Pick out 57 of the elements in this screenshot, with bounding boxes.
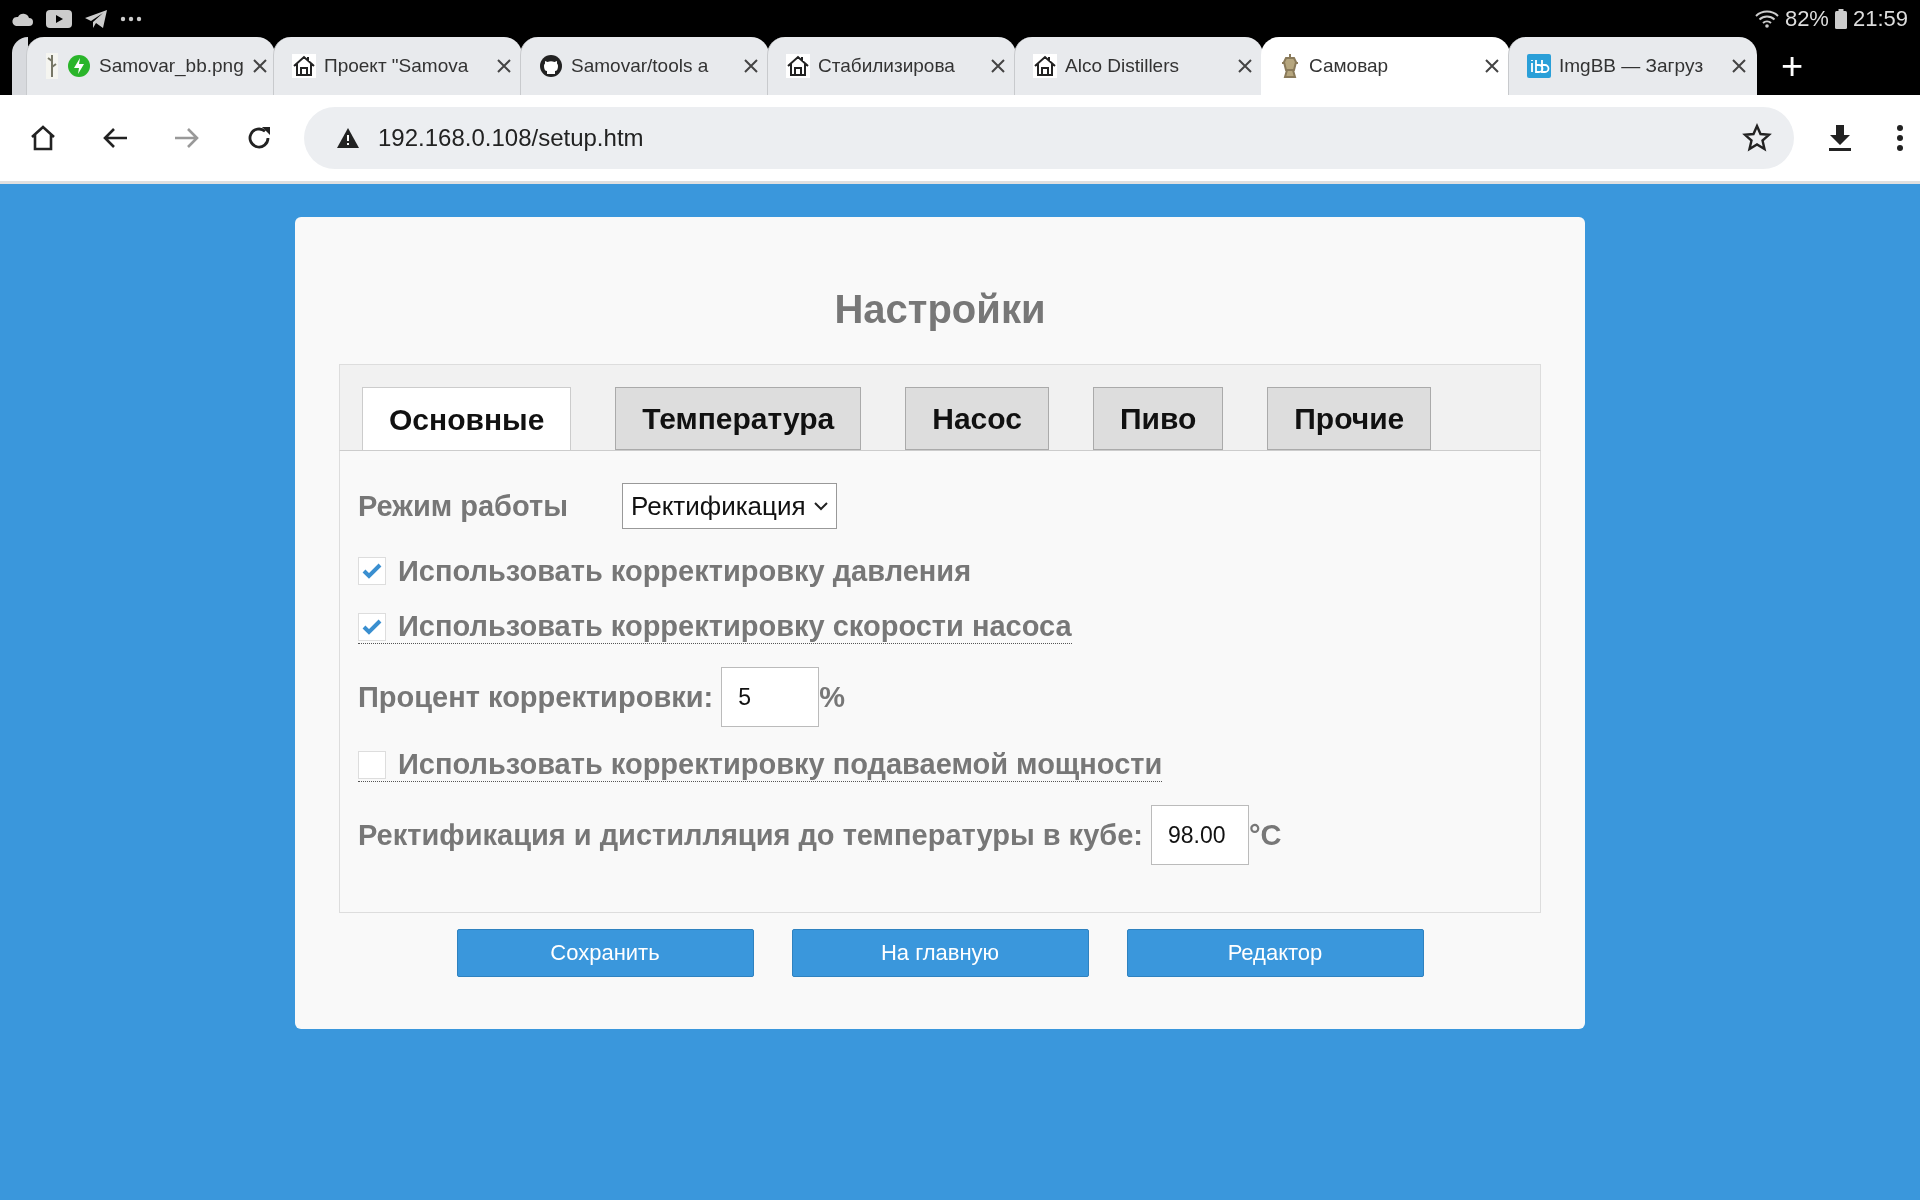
settings-tab[interactable]: Прочие — [1267, 387, 1432, 450]
browser-tab[interactable]: Samovar_bb.png — [26, 37, 275, 95]
cat-icon — [539, 54, 563, 78]
samovar-icon — [1279, 53, 1301, 79]
checkbox[interactable] — [358, 750, 386, 779]
field-label: Ректификация и дистилляция до температуры в кубе: — [358, 818, 1143, 852]
browser-tab[interactable]: Alco Distillers — [1014, 37, 1263, 95]
settings-tab[interactable]: Насос — [905, 387, 1049, 450]
checkbox-label: Использовать корректировку давления — [398, 554, 972, 588]
close-icon[interactable] — [1237, 58, 1253, 74]
checkbox-label: Использовать корректировку подаваемой мощности — [398, 748, 1163, 781]
settings-tab[interactable]: Пиво — [1092, 387, 1224, 450]
battery-percent: 82% — [1784, 5, 1829, 32]
chevron-down-icon — [813, 501, 828, 511]
house-icon — [292, 54, 316, 78]
page-title: Настройки — [833, 287, 1047, 332]
video-play-icon — [46, 9, 72, 28]
close-icon[interactable] — [990, 58, 1006, 74]
browser-tab[interactable]: Samovar/tools a — [520, 37, 769, 95]
browser-tab[interactable]: Стабилизирова — [767, 37, 1016, 95]
checkbox[interactable] — [358, 612, 386, 641]
new-tab-button[interactable]: + — [1757, 37, 1827, 95]
field-label: Процент корректировки: — [358, 680, 714, 714]
house-icon — [786, 54, 810, 78]
browser-tab[interactable]: Самовар — [1261, 37, 1510, 95]
number-input[interactable]: 5 — [721, 667, 820, 727]
star-icon[interactable] — [1742, 123, 1772, 153]
close-icon[interactable] — [251, 58, 268, 74]
battery-icon — [1834, 8, 1847, 29]
close-icon[interactable] — [743, 58, 759, 74]
checkbox-label: Использовать корректировку скорости насоса — [398, 610, 1072, 643]
settings-tab[interactable]: Температура — [615, 387, 862, 450]
wifi-icon — [1754, 9, 1779, 28]
download-icon[interactable] — [1826, 123, 1854, 153]
ibb-logo-icon — [1527, 54, 1551, 78]
address-bar[interactable]: 192.168.0.108/setup.htm — [304, 107, 1794, 169]
paper-plane-icon — [84, 8, 108, 29]
number-input[interactable]: 98.00 — [1150, 805, 1249, 865]
field-label: Режим работы — [358, 489, 569, 523]
warning-icon — [336, 127, 360, 149]
lightning-icon — [67, 54, 91, 78]
unit-label: °C — [1248, 818, 1282, 852]
checkbox[interactable] — [358, 557, 386, 585]
url-text: 192.168.0.108/setup.htm — [378, 124, 645, 152]
more-icon — [120, 15, 142, 22]
mode-dropdown[interactable]: Ректификация — [622, 483, 837, 529]
browser-tab[interactable]: ImgBB — Загруз — [1508, 37, 1757, 95]
menu-icon[interactable] — [1896, 123, 1904, 153]
close-icon[interactable] — [496, 58, 512, 74]
settings-tab[interactable]: Основные — [362, 387, 572, 451]
unit-label: % — [819, 680, 845, 714]
browser-tab[interactable]: Проект "Samova — [273, 37, 522, 95]
close-icon[interactable] — [1731, 58, 1747, 74]
house-icon — [1033, 54, 1057, 78]
plant-icon — [45, 53, 59, 79]
close-icon[interactable] — [1484, 58, 1500, 74]
clock-time: 21:59 — [1852, 5, 1908, 32]
